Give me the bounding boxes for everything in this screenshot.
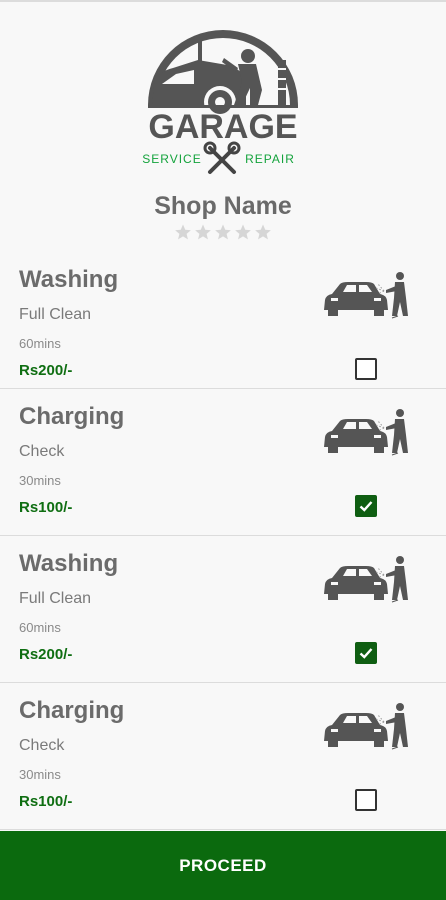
car-wash-icon [324,703,408,750]
app-screen: GARAGE SERVICE REPAIR Shop Name Washing … [0,0,446,900]
service-subtitle: Full Clean [19,590,92,607]
service-subtitle: Check [19,737,65,754]
service-price: Rs200/- [19,646,73,663]
service-card[interactable]: Washing Full Clean 60mins Rs200/- [0,536,446,683]
service-title: Charging [19,403,125,430]
star-icon [194,223,212,241]
service-subtitle: Full Clean [19,306,92,323]
garage-logo-icon: GARAGE SERVICE REPAIR [142,30,298,174]
rating-stars [0,223,446,245]
service-price: Rs100/- [19,793,73,810]
service-duration: 30mins [19,767,61,782]
service-checkbox[interactable] [355,642,377,664]
shop-header: GARAGE SERVICE REPAIR Shop Name [0,30,446,245]
service-subtitle: Check [19,443,65,460]
service-price: Rs100/- [19,499,73,516]
service-title: Washing [19,550,119,577]
service-card[interactable]: Washing Full Clean 60mins Rs200/- [0,252,446,389]
service-title: Washing [19,266,119,293]
service-checkbox[interactable] [355,789,377,811]
proceed-button[interactable]: PROCEED [0,831,446,900]
status-bar-edge [0,0,446,2]
car-wash-icon [324,272,408,319]
service-card[interactable]: Charging Check 30mins Rs100/- [0,389,446,536]
service-duration: 60mins [19,620,61,635]
shop-name: Shop Name [154,192,292,220]
car-wash-icon [324,556,408,603]
svg-text:REPAIR: REPAIR [245,152,295,166]
service-duration: 60mins [19,336,61,351]
star-icon [254,223,272,241]
service-checkbox[interactable] [355,495,377,517]
service-checkbox[interactable] [355,358,377,380]
star-icon [174,223,192,241]
star-icon [234,223,252,241]
star-icon [214,223,232,241]
service-title: Charging [19,697,125,724]
service-price: Rs200/- [19,362,73,379]
svg-text:SERVICE: SERVICE [142,152,201,166]
car-wash-icon [324,409,408,456]
service-duration: 30mins [19,473,61,488]
service-card[interactable]: Charging Check 30mins Rs100/- [0,683,446,830]
service-list: Washing Full Clean 60mins Rs200/- Chargi… [0,252,446,830]
svg-text:GARAGE: GARAGE [148,108,297,146]
